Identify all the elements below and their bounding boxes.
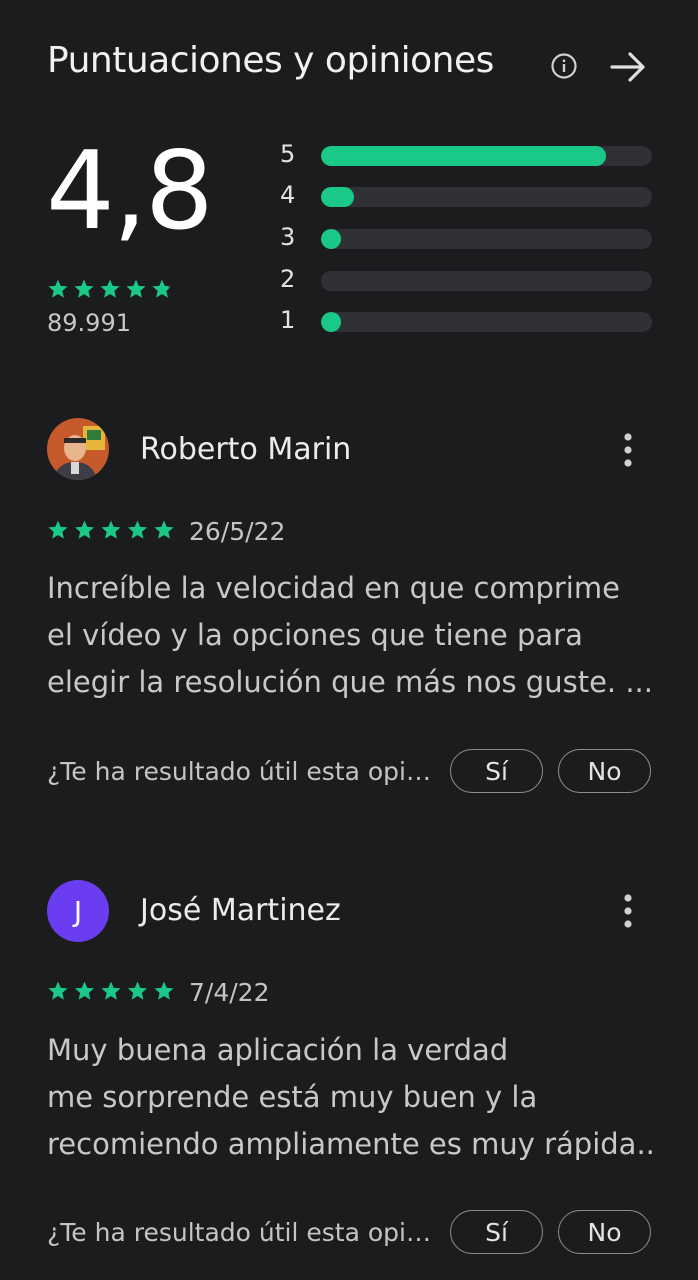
rating-bar-label: 2 — [280, 265, 296, 293]
star-icon — [74, 279, 94, 298]
helpful-question: ¿Te ha resultado útil esta opinión? — [47, 757, 439, 786]
more-vert-icon[interactable] — [621, 893, 635, 929]
review-text: Increíble la velocidad en que comprime e… — [47, 565, 657, 706]
star-icon — [48, 981, 68, 1000]
rating-bar-row: 5 — [280, 140, 652, 170]
rating-bar-row: 4 — [280, 181, 652, 211]
review-date: 26/5/22 — [189, 517, 286, 546]
rating-bar-fill — [321, 187, 355, 207]
star-icon — [154, 981, 174, 1000]
info-icon[interactable] — [549, 51, 579, 81]
rating-bar-track — [321, 312, 652, 332]
rating-bar-fill — [321, 229, 341, 249]
star-icon — [154, 520, 174, 539]
rating-bar-label: 4 — [280, 181, 296, 209]
rating-bar-fill — [321, 312, 341, 332]
review-text-line: Increíble la velocidad en que comprime — [47, 571, 620, 605]
rating-bar-track — [321, 229, 652, 249]
reviewer-name: Roberto Marin — [140, 432, 352, 467]
rating-bar-track — [321, 271, 652, 291]
review-date: 7/4/22 — [189, 978, 270, 1007]
more-vert-icon[interactable] — [621, 432, 635, 468]
rating-bar-row: 3 — [280, 223, 652, 253]
yes-button[interactable]: Sí — [450, 749, 543, 793]
page-title: Puntuaciones y opiniones — [47, 40, 494, 81]
no-button[interactable]: No — [558, 1210, 651, 1254]
rating-bar-label: 5 — [280, 140, 296, 168]
avatar: J — [47, 880, 109, 942]
review-stars — [48, 520, 174, 539]
star-icon — [75, 520, 94, 539]
rating-bar-track — [321, 146, 652, 166]
rating-bar-label: 1 — [280, 306, 296, 334]
review-text-line: me sorprende está muy buen y la — [47, 1080, 538, 1114]
star-icon — [75, 981, 94, 1000]
user-photo-icon — [47, 418, 109, 480]
rating-bar-row: 2 — [280, 265, 652, 295]
star-icon — [126, 279, 146, 298]
yes-button[interactable]: Sí — [450, 1210, 543, 1254]
review-text-line: el vídeo y la opciones que tiene para — [47, 618, 583, 652]
rating-bar-label: 3 — [280, 223, 296, 251]
review-text-line: elegir la resolución que más nos guste. … — [47, 665, 653, 699]
avatar — [47, 418, 109, 480]
rating-bar-row: 1 — [280, 306, 652, 336]
review-text-line: Muy buena aplicación la verdad — [47, 1033, 509, 1067]
star-icon — [128, 981, 147, 1000]
summary-stars — [48, 279, 172, 298]
review-stars — [48, 981, 174, 1000]
star-icon — [100, 279, 120, 298]
star-icon — [101, 981, 121, 1000]
star-icon — [48, 520, 68, 539]
rating-bar-track — [321, 187, 652, 207]
no-button[interactable]: No — [558, 749, 651, 793]
review-text-line: recomiendo ampliamente es muy rápida... — [47, 1127, 657, 1161]
helpful-question: ¿Te ha resultado útil esta opinión? — [47, 1218, 439, 1247]
star-icon — [128, 520, 147, 539]
rating-bar-fill — [321, 146, 606, 166]
star-icon — [152, 279, 172, 298]
average-rating: 4,8 — [46, 129, 214, 254]
star-icon — [101, 520, 121, 539]
star-icon — [48, 279, 68, 298]
arrow-right-icon[interactable] — [607, 46, 649, 88]
reviewer-name: José Martinez — [140, 893, 341, 928]
rating-count: 89.991 — [47, 309, 131, 337]
review-text: Muy buena aplicación la verdad me sorpre… — [47, 1027, 657, 1168]
